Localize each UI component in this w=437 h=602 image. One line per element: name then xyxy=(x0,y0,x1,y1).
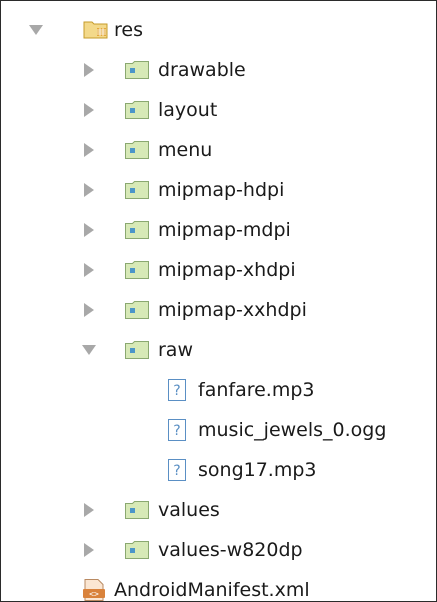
folder-icon xyxy=(125,301,149,319)
android-manifest-icon: <> xyxy=(82,579,106,601)
folder-icon xyxy=(125,181,149,199)
tree-row-folder[interactable]: mipmap-xhdpi xyxy=(1,250,436,290)
folder-icon xyxy=(125,141,149,159)
expand-arrow-right-icon[interactable] xyxy=(84,503,94,517)
svg-text:?: ? xyxy=(173,383,180,399)
folder-icon xyxy=(125,341,149,359)
folder-icon xyxy=(125,501,149,519)
tree-row-label: values xyxy=(158,499,220,521)
tree-row-res[interactable]: res xyxy=(1,10,436,50)
tree-row-file[interactable]: ? song17.mp3 xyxy=(1,450,436,490)
expand-arrow-right-icon[interactable] xyxy=(84,63,94,77)
folder-icon xyxy=(125,221,149,239)
expand-arrow-right-icon[interactable] xyxy=(84,143,94,157)
tree-row-folder[interactable]: drawable xyxy=(1,50,436,90)
tree-row-folder[interactable]: layout xyxy=(1,90,436,130)
unknown-file-icon: ? xyxy=(168,419,186,441)
tree-row-label: drawable xyxy=(158,59,246,81)
unknown-file-icon: ? xyxy=(168,459,186,481)
svg-text:?: ? xyxy=(173,463,180,479)
tree-row-label: raw xyxy=(158,339,193,361)
expand-arrow-down-icon[interactable] xyxy=(29,25,43,35)
expand-arrow-right-icon[interactable] xyxy=(84,103,94,117)
tree-row-label: mipmap-xxhdpi xyxy=(158,299,307,321)
tree-row-folder[interactable]: mipmap-xxhdpi xyxy=(1,290,436,330)
tree-row-label: song17.mp3 xyxy=(198,459,317,481)
svg-text:?: ? xyxy=(173,423,180,439)
tree-row-label: mipmap-xhdpi xyxy=(158,259,296,281)
tree-row-folder[interactable]: menu xyxy=(1,130,436,170)
tree-row-label: AndroidManifest.xml xyxy=(114,579,310,601)
tree-row-label: mipmap-hdpi xyxy=(158,179,285,201)
tree-row-folder[interactable]: mipmap-mdpi xyxy=(1,210,436,250)
project-tree-panel: res drawable layout menu mipmap-hdpi mip… xyxy=(0,0,437,602)
tree-row-folder[interactable]: mipmap-hdpi xyxy=(1,170,436,210)
expand-arrow-right-icon[interactable] xyxy=(84,303,94,317)
folder-icon xyxy=(125,541,149,559)
expand-arrow-right-icon[interactable] xyxy=(84,183,94,197)
tree-row-manifest[interactable]: <> AndroidManifest.xml xyxy=(1,570,436,601)
tree-row-folder[interactable]: values xyxy=(1,490,436,530)
folder-icon xyxy=(125,61,149,79)
project-tree: res drawable layout menu mipmap-hdpi mip… xyxy=(1,10,436,601)
tree-row-label: layout xyxy=(158,99,218,121)
folder-icon xyxy=(125,101,149,119)
tree-row-file[interactable]: ? fanfare.mp3 xyxy=(1,370,436,410)
tree-row-label: fanfare.mp3 xyxy=(198,379,315,401)
tree-row-label: res xyxy=(114,19,143,41)
tree-row-folder[interactable]: values-w820dp xyxy=(1,530,436,570)
tree-row-file[interactable]: ? music_jewels_0.ogg xyxy=(1,410,436,450)
tree-row-label: mipmap-mdpi xyxy=(158,219,291,241)
unknown-file-icon: ? xyxy=(168,379,186,401)
folder-icon xyxy=(125,261,149,279)
tree-row-folder[interactable]: raw xyxy=(1,330,436,370)
tree-row-label: values-w820dp xyxy=(158,539,303,561)
svg-text:<>: <> xyxy=(89,590,99,599)
expand-arrow-right-icon[interactable] xyxy=(84,263,94,277)
expand-arrow-right-icon[interactable] xyxy=(84,543,94,557)
tree-row-label: menu xyxy=(158,139,213,161)
expand-arrow-right-icon[interactable] xyxy=(84,223,94,237)
resource-folder-icon xyxy=(83,19,109,39)
expand-arrow-down-icon[interactable] xyxy=(82,345,96,355)
tree-row-label: music_jewels_0.ogg xyxy=(198,419,387,441)
